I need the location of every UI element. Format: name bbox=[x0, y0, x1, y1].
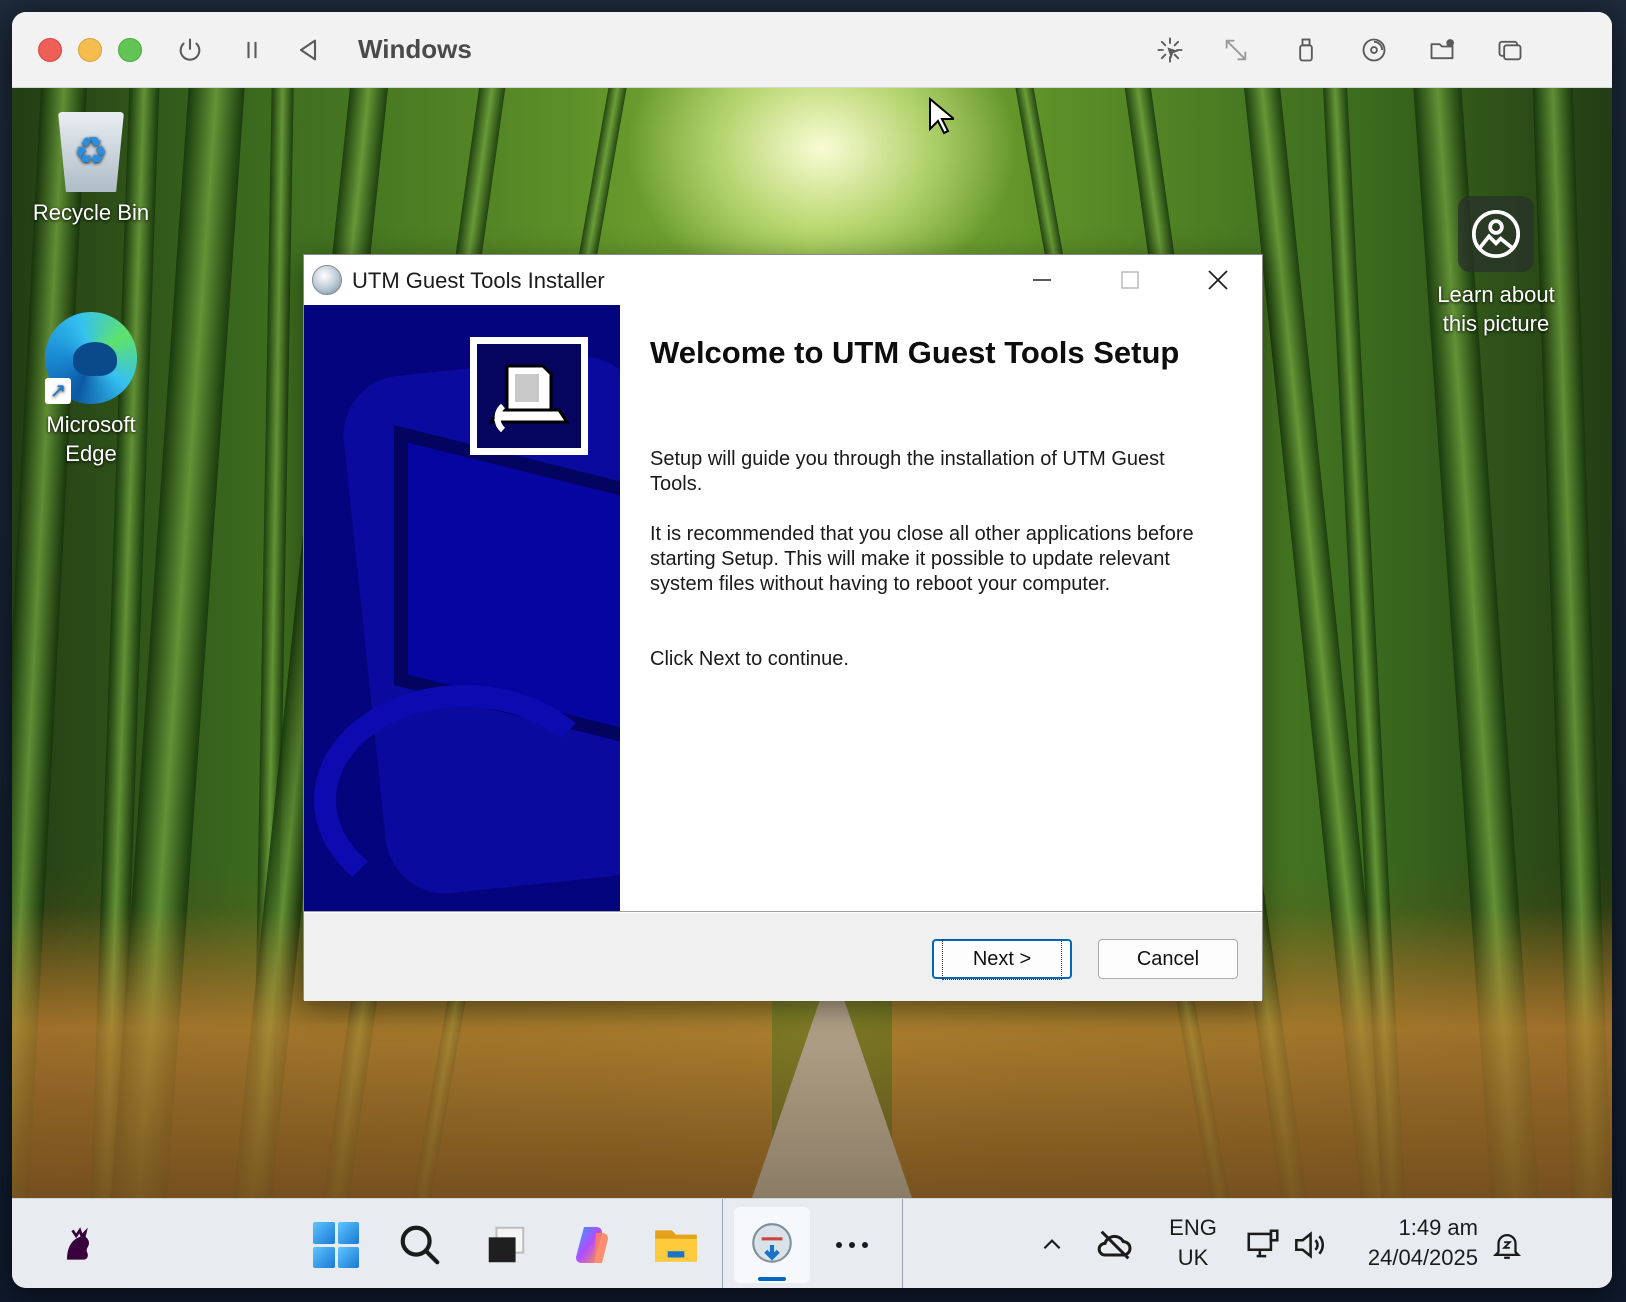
copilot-icon bbox=[576, 1227, 608, 1263]
next-button-label: Next > bbox=[941, 938, 1063, 980]
task-view-button[interactable] bbox=[476, 1217, 536, 1273]
speaker-icon bbox=[1295, 1231, 1324, 1259]
search-button[interactable] bbox=[390, 1217, 450, 1273]
start-button[interactable] bbox=[306, 1217, 366, 1273]
recycle-bin-label: Recycle Bin bbox=[32, 200, 150, 225]
installer-titlebar: UTM Guest Tools Installer bbox=[304, 255, 1262, 305]
recommendation-paragraph: It is recommended that you close all oth… bbox=[650, 523, 1194, 595]
installer-banner bbox=[304, 305, 620, 911]
keyboard-layout: UK bbox=[1177, 1245, 1209, 1270]
windows-icon[interactable] bbox=[1494, 34, 1526, 66]
onedrive-button[interactable] bbox=[1090, 1217, 1140, 1273]
language-indicator[interactable]: ENG UK bbox=[1158, 1213, 1228, 1273]
usb-icon[interactable] bbox=[1290, 34, 1322, 66]
mouse-cursor-icon bbox=[929, 97, 954, 135]
recycle-bin-shortcut[interactable]: ♻ Recycle Bin bbox=[16, 112, 166, 227]
taskbar: ENG UK 1:49 am 24/04/2025 bbox=[12, 1198, 1612, 1288]
maximize-button[interactable] bbox=[1086, 255, 1174, 305]
installer-footer: Next > Cancel bbox=[304, 913, 1262, 1001]
installer-app-icon bbox=[752, 1223, 792, 1263]
minimize-window-button[interactable] bbox=[78, 38, 102, 62]
notifications-button[interactable] bbox=[1482, 1217, 1532, 1273]
close-window-button[interactable] bbox=[38, 38, 62, 62]
learn-label-line1: Learn about bbox=[1437, 282, 1555, 307]
notification-bell-icon bbox=[1492, 1234, 1522, 1259]
more-dots-icon bbox=[836, 1242, 868, 1248]
installer-logo bbox=[470, 337, 588, 455]
network-button[interactable] bbox=[1238, 1217, 1288, 1273]
volume-button[interactable] bbox=[1284, 1217, 1334, 1273]
show-hidden-icons-button[interactable] bbox=[1032, 1217, 1072, 1273]
host-titlebar: Windows bbox=[12, 12, 1612, 88]
desktop-background: ♻ Recycle Bin ↗ Microsoft Edge Learn abo… bbox=[12, 88, 1612, 1198]
close-icon bbox=[1208, 270, 1228, 290]
taskbar-separator-2 bbox=[902, 1199, 903, 1288]
capture-cursor-icon[interactable] bbox=[1154, 34, 1186, 66]
search-icon bbox=[400, 1225, 440, 1265]
pause-icon[interactable] bbox=[236, 34, 268, 66]
file-explorer-button[interactable] bbox=[646, 1217, 706, 1273]
cloud-offline-icon bbox=[1097, 1230, 1132, 1260]
clock-time: 1:49 am bbox=[1398, 1215, 1479, 1240]
back-triangle-icon[interactable] bbox=[292, 34, 324, 66]
widgets-button[interactable] bbox=[48, 1217, 108, 1273]
windows-start-icon bbox=[313, 1222, 359, 1268]
folder-icon bbox=[655, 1230, 697, 1262]
copilot-button[interactable] bbox=[562, 1217, 622, 1273]
shortcut-arrow-icon: ↗ bbox=[45, 378, 71, 404]
cancel-button[interactable]: Cancel bbox=[1098, 939, 1238, 979]
more-apps-button[interactable] bbox=[822, 1217, 882, 1273]
maximize-icon bbox=[1121, 271, 1139, 289]
clock-date: 24/04/2025 bbox=[1367, 1245, 1478, 1270]
spotlight-camera-icon bbox=[1458, 196, 1534, 272]
next-button[interactable]: Next > bbox=[932, 938, 1072, 980]
network-icon bbox=[1247, 1229, 1279, 1258]
cd-dvd-icon[interactable] bbox=[1358, 34, 1390, 66]
minimize-icon bbox=[1033, 279, 1051, 281]
power-icon[interactable] bbox=[174, 34, 206, 66]
learn-label-line2: this picture bbox=[1442, 311, 1550, 336]
clock[interactable]: 1:49 am 24/04/2025 bbox=[1346, 1213, 1478, 1273]
task-view-icon bbox=[488, 1226, 525, 1263]
resize-icon[interactable] bbox=[1220, 34, 1252, 66]
shared-folder-icon[interactable] bbox=[1426, 34, 1458, 66]
learn-about-picture-shortcut[interactable]: Learn about this picture bbox=[1406, 196, 1586, 338]
installer-dialog: UTM Guest Tools Installer Welcome to UTM… bbox=[303, 254, 1263, 1001]
installer-title: UTM Guest Tools Installer bbox=[352, 268, 605, 293]
intro-paragraph: Setup will guide you through the install… bbox=[650, 448, 1165, 495]
edge-label-line2: Edge bbox=[65, 441, 117, 466]
installer-app-icon bbox=[312, 265, 342, 295]
welcome-heading: Welcome to UTM Guest Tools Setup bbox=[650, 335, 1180, 370]
chevron-up-icon bbox=[1043, 1239, 1061, 1250]
recycle-bin-icon: ♻ bbox=[58, 112, 124, 192]
zoom-window-button[interactable] bbox=[118, 38, 142, 62]
taskbar-separator bbox=[722, 1199, 723, 1288]
host-window-title: Windows bbox=[358, 34, 472, 64]
premier-league-lion-icon bbox=[67, 1227, 89, 1260]
language-code: ENG bbox=[1169, 1215, 1217, 1240]
edge-label-line1: Microsoft bbox=[46, 412, 136, 437]
computer-install-icon bbox=[488, 364, 570, 433]
microsoft-edge-shortcut[interactable]: ↗ Microsoft Edge bbox=[16, 312, 166, 468]
minimize-button[interactable] bbox=[998, 255, 1086, 305]
continue-paragraph: Click Next to continue. bbox=[650, 648, 849, 670]
close-button[interactable] bbox=[1174, 255, 1262, 305]
installer-content: Welcome to UTM Guest Tools Setup Setup w… bbox=[650, 305, 1240, 911]
utm-installer-taskbar-button[interactable] bbox=[734, 1207, 810, 1283]
host-window: Windows ♻ Recycle Bin ↗ Microsoft Edge L… bbox=[12, 12, 1612, 1288]
